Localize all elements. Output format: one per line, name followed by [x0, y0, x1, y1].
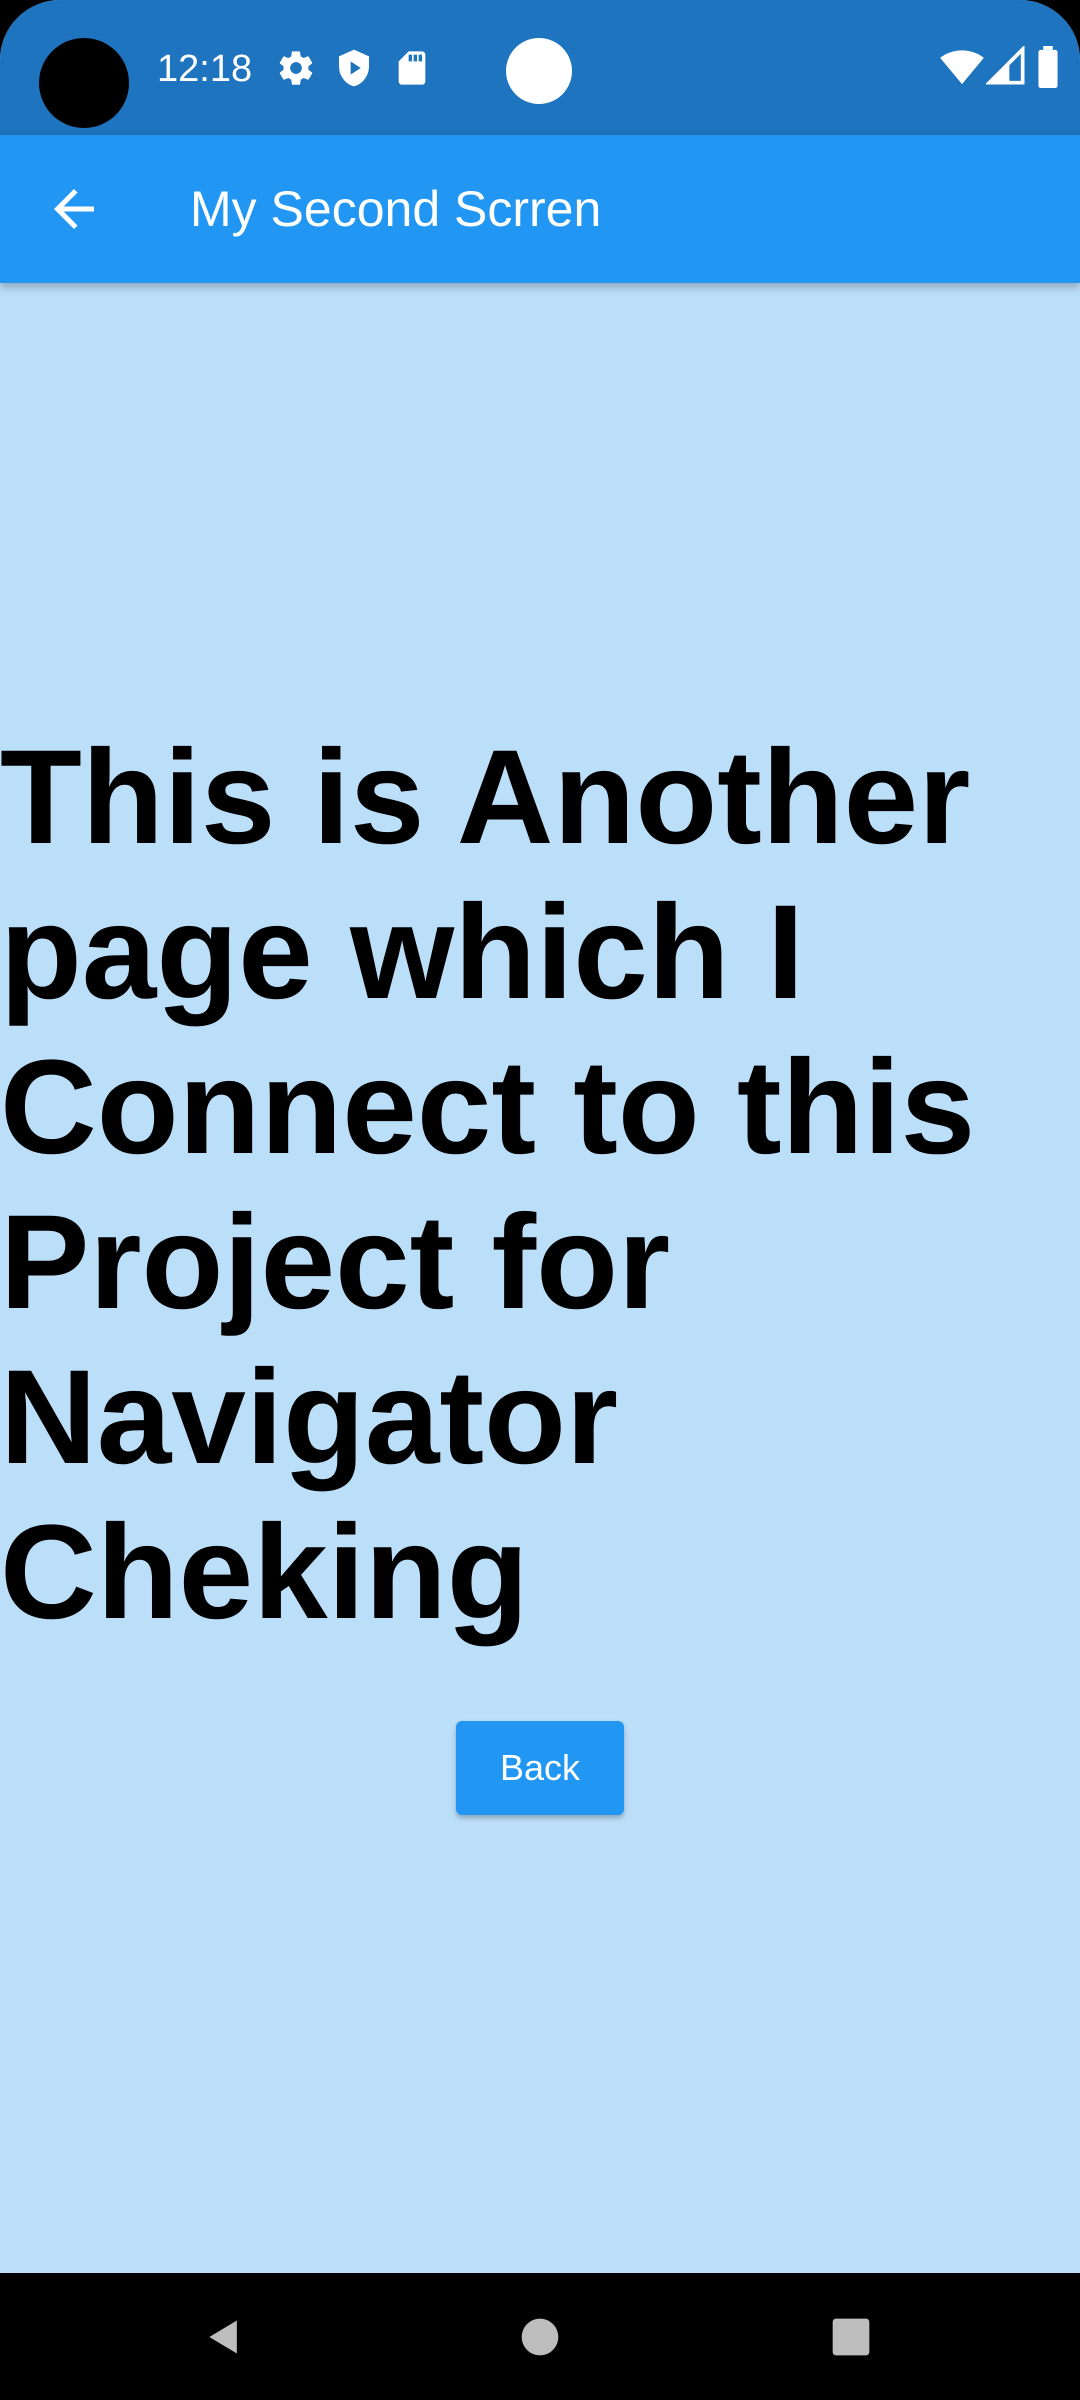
battery-icon [1036, 46, 1076, 88]
sd-card-icon [392, 48, 432, 88]
notification-dot [506, 38, 572, 104]
navigation-bar [0, 2273, 1080, 2400]
page-title: My Second Scrren [190, 181, 602, 237]
status-bar: 12:18 [0, 0, 1080, 135]
signal-icon [984, 44, 1026, 86]
status-time: 12:18 [157, 48, 253, 90]
phone-screen: 12:18 My Second Scrren This is Another p… [0, 0, 1080, 2400]
back-triangle-icon[interactable] [164, 2273, 284, 2400]
shield-play-icon [334, 48, 374, 88]
home-circle-icon[interactable] [480, 2273, 600, 2400]
wifi-icon [940, 46, 984, 86]
camera-cutout [39, 38, 129, 128]
recents-square-icon[interactable] [791, 2273, 911, 2400]
app-bar: My Second Scrren [0, 135, 1080, 283]
gear-icon [276, 48, 316, 88]
back-button[interactable]: Back [456, 1721, 624, 1815]
body-text: This is Another page which I Connect to … [0, 723, 976, 1647]
arrow-back-icon[interactable] [44, 179, 104, 239]
